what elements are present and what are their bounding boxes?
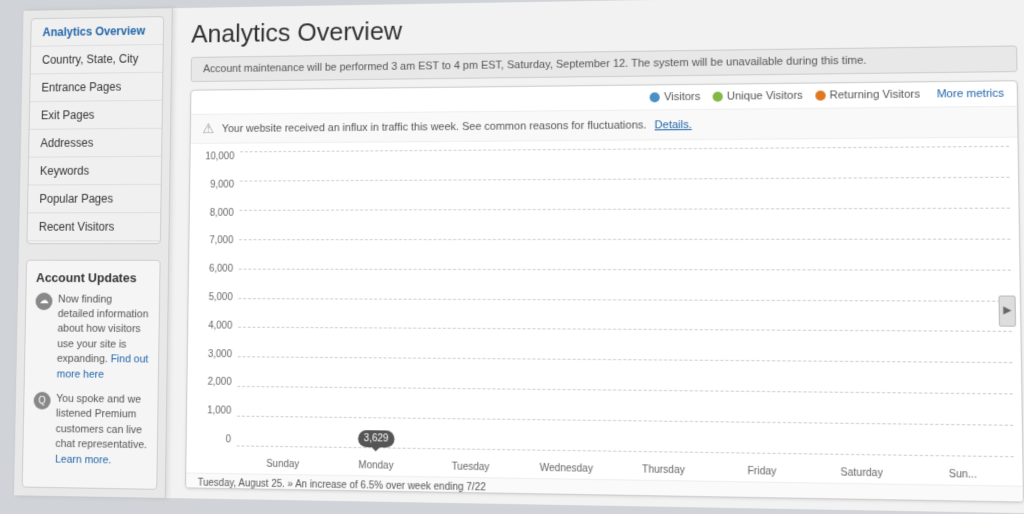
sidebar-nav-item[interactable]: Search Engines — [27, 241, 160, 244]
chart-area: Visitors Unique Visitors Returning Visit… — [185, 80, 1024, 502]
account-update-item-2: Q You spoke and we listened Premium cust… — [32, 392, 148, 469]
scroll-right-button[interactable]: ▶ — [998, 295, 1016, 326]
y-axis-label: 2,000 — [195, 377, 232, 388]
legend-unique: Unique Visitors — [713, 90, 803, 103]
y-axis: 10,000 9,000 8,000 7,000 6,000 5,000 4,000 3,00… — [186, 144, 240, 474]
y-axis-label: 1,000 — [195, 405, 232, 416]
sidebar-nav-item[interactable]: Exit Pages — [30, 101, 162, 130]
y-axis-label: 9,000 — [198, 179, 234, 190]
account-update-item-1: ☁ Now finding detailed information about… — [34, 292, 150, 383]
learn-more-link[interactable]: Learn more. — [55, 453, 111, 466]
x-axis-label: Tuesday — [423, 461, 518, 474]
legend-visitors: Visitors — [650, 91, 701, 104]
chart-container: 10,000 9,000 8,000 7,000 6,000 5,000 4,000 3,00… — [186, 138, 1023, 486]
visitors-dot — [650, 92, 660, 102]
y-axis-label: 8,000 — [197, 208, 233, 219]
y-axis-label: 7,000 — [197, 236, 233, 247]
sidebar-nav-item[interactable]: Keywords — [29, 157, 162, 186]
y-axis-label: 10,000 — [198, 151, 234, 162]
find-out-more-link[interactable]: Find out more here — [57, 354, 149, 381]
unique-dot — [713, 92, 723, 102]
legend: Visitors Unique Visitors Returning Visit… — [650, 88, 920, 103]
sidebar-nav-item[interactable]: Addresses — [29, 129, 162, 158]
x-axis-label: Wednesday — [518, 463, 614, 476]
sidebar-nav-item[interactable]: Analytics Overview — [31, 17, 163, 47]
x-axis-label: Monday — [329, 460, 423, 472]
x-axis-label: Friday — [712, 465, 811, 478]
sidebar: Analytics OverviewCountry, State, CityEn… — [14, 8, 173, 498]
cloud-icon: ☁ — [35, 292, 52, 310]
chat-icon: Q — [34, 392, 51, 410]
y-axis-label: 0 — [194, 434, 231, 445]
account-updates-panel: Account Updates ☁ Now finding detailed i… — [22, 259, 161, 489]
returning-dot — [815, 91, 825, 101]
page-wrapper: Analytics OverviewCountry, State, CityEn… — [14, 0, 1024, 514]
y-axis-label: 4,000 — [196, 320, 233, 331]
account-updates-title: Account Updates — [36, 270, 150, 285]
x-axis-label: Sun... — [912, 468, 1014, 481]
sidebar-nav-item[interactable]: Country, State, City — [31, 45, 163, 75]
x-axis-label: Sunday — [236, 458, 329, 470]
more-metrics-link[interactable]: More metrics — [937, 88, 1004, 101]
bars-area: 3,629 — [237, 146, 1014, 456]
sidebar-nav: Analytics OverviewCountry, State, CityEn… — [26, 16, 164, 244]
sidebar-nav-item[interactable]: Popular Pages — [28, 185, 161, 214]
sidebar-nav-item[interactable]: Entrance Pages — [30, 73, 162, 102]
account-update-text-1: Now finding detailed information about h… — [57, 292, 150, 383]
x-axis-label: Saturday — [812, 467, 913, 480]
legend-returning: Returning Visitors — [815, 88, 920, 101]
details-link[interactable]: Details. — [655, 119, 692, 131]
chart-plot: 3,629 SundayMondayTuesdayWednesdayThursd… — [236, 138, 1022, 486]
y-axis-label: 6,000 — [197, 264, 234, 275]
alert-text: Your website received an influx in traff… — [222, 119, 647, 135]
sidebar-nav-item[interactable]: Recent Visitors — [27, 213, 160, 241]
main-content: Analytics Overview Account maintenance w… — [166, 0, 1024, 514]
warning-icon: ⚠ — [202, 120, 214, 137]
y-axis-label: 3,000 — [195, 349, 232, 360]
y-axis-label: 5,000 — [196, 292, 233, 303]
x-axis-label: Thursday — [615, 464, 713, 477]
account-update-text-2: You spoke and we listened Premium custom… — [55, 392, 148, 469]
tooltip-bubble: 3,629 — [358, 430, 395, 448]
